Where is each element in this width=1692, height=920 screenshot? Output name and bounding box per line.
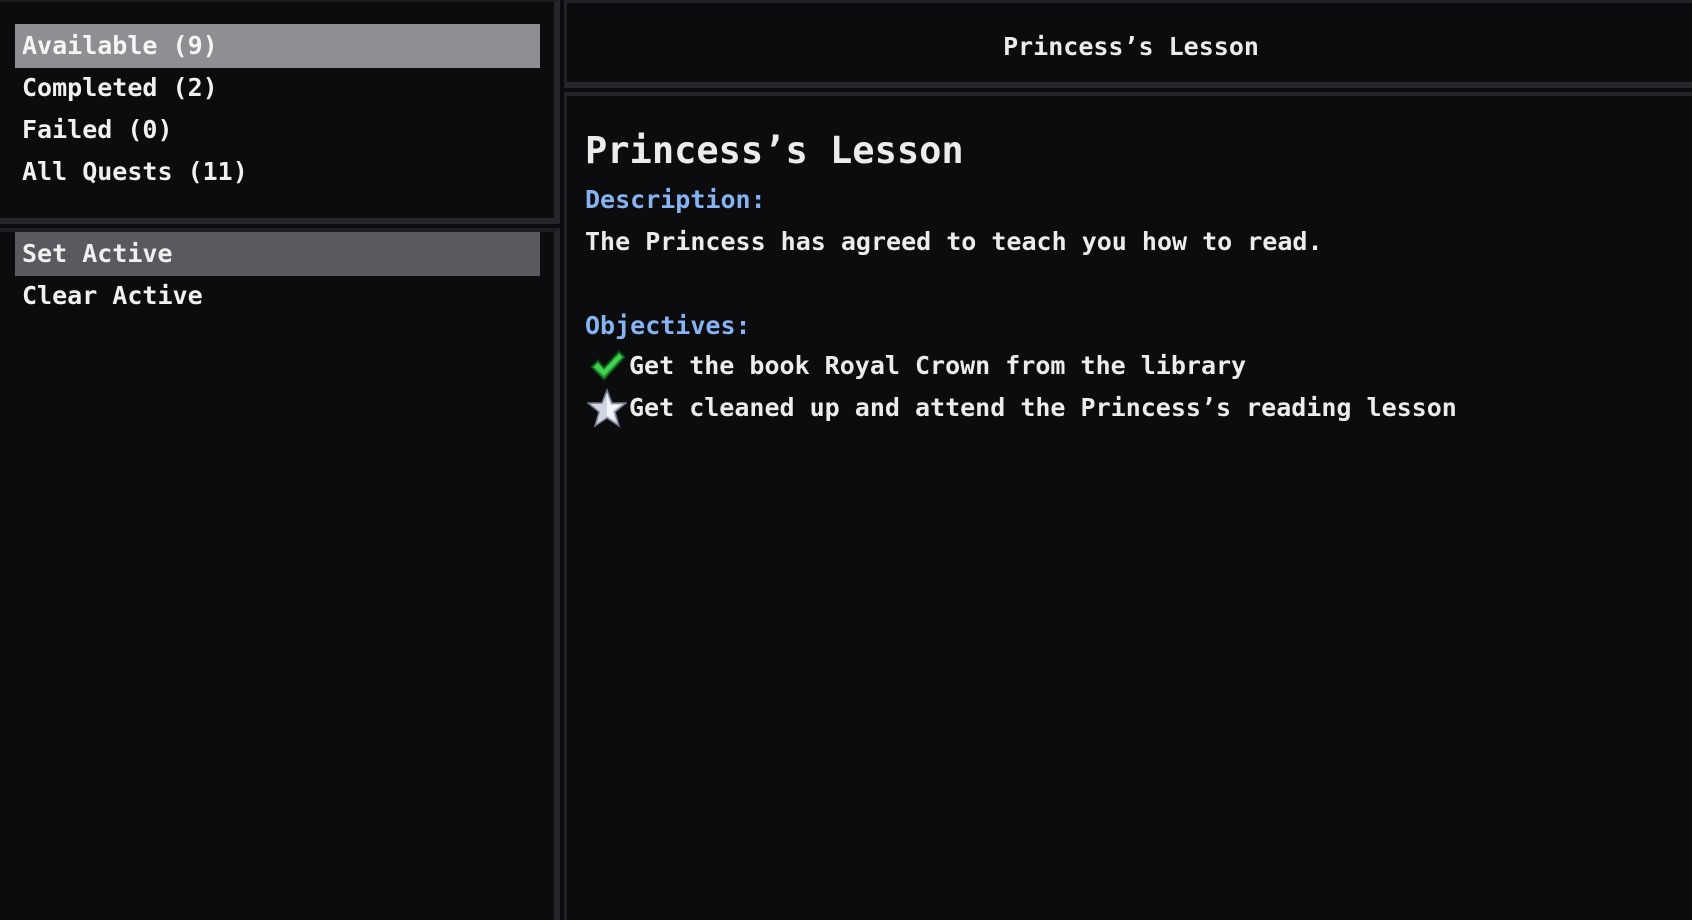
objective-item: Get the book Royal Crown from the librar…	[587, 344, 1246, 388]
filter-available[interactable]: Available (9)	[15, 24, 540, 68]
filter-completed[interactable]: Completed (2)	[15, 66, 540, 110]
clear-active-button[interactable]: Clear Active	[15, 274, 540, 318]
set-active-button[interactable]: Set Active	[15, 232, 540, 276]
objective-text: Get the book Royal Crown from the librar…	[629, 351, 1247, 380]
quest-title: Princess’s Lesson	[585, 129, 964, 172]
quest-filter-panel: Available (9) Completed (2) Failed (0) A…	[0, 0, 560, 224]
quest-actions-panel: Set Active Clear Active	[0, 228, 560, 920]
checkmark-icon	[589, 349, 627, 382]
filter-all-quests[interactable]: All Quests (11)	[15, 150, 540, 194]
quest-header-panel: Princess’s Lesson	[564, 0, 1692, 88]
objective-item: Get cleaned up and attend the Princess’s…	[587, 386, 1457, 430]
quest-description: The Princess has agreed to teach you how…	[585, 227, 1323, 256]
objective-text: Get cleaned up and attend the Princess’s…	[629, 393, 1457, 422]
star-icon	[587, 388, 627, 428]
filter-failed[interactable]: Failed (0)	[15, 108, 540, 152]
quest-journal-screen: Available (9) Completed (2) Failed (0) A…	[0, 0, 1692, 920]
quest-detail-panel: Princess’s Lesson Description: The Princ…	[564, 92, 1692, 920]
objectives-label: Objectives:	[585, 311, 751, 340]
description-label: Description:	[585, 185, 766, 214]
quest-header-title: Princess’s Lesson	[1003, 32, 1259, 61]
